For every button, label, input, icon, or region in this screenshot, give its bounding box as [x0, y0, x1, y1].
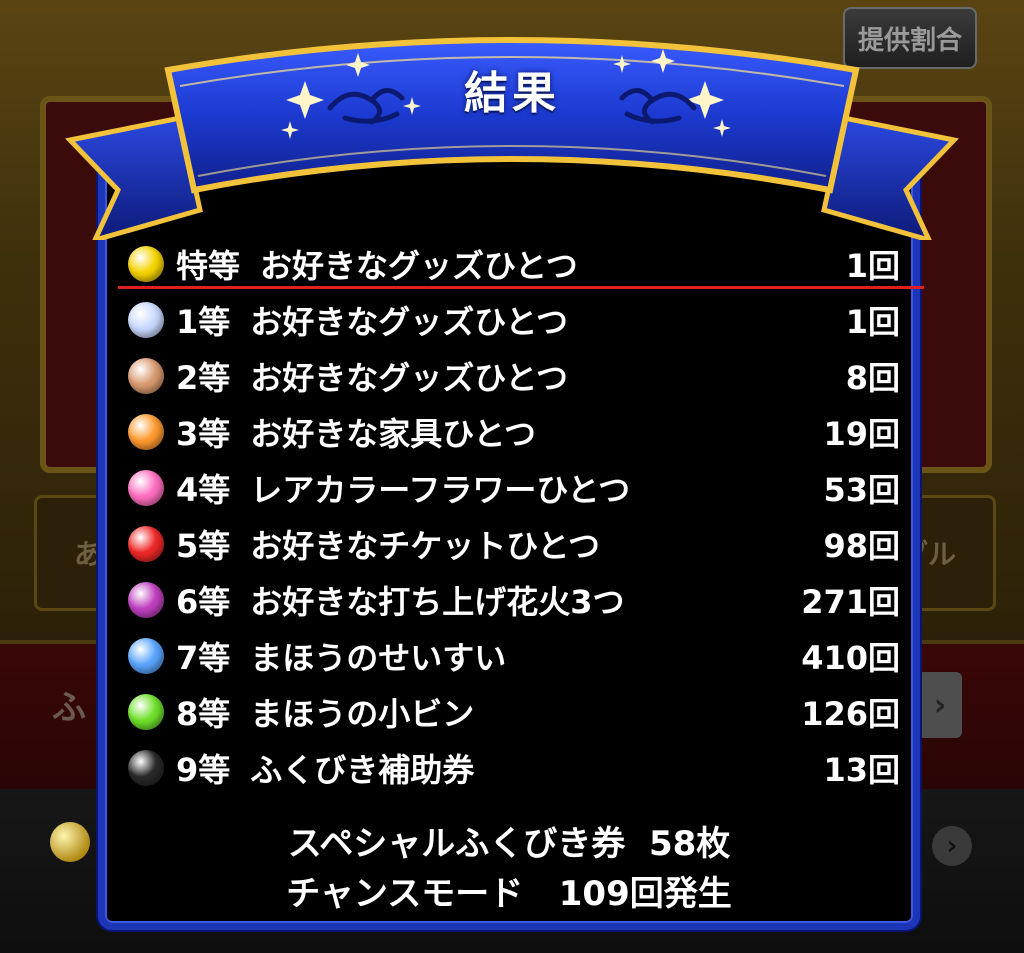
result-count: 271回 — [801, 583, 900, 621]
special-ticket-summary: スペシャルふくびき券 58枚 — [287, 824, 731, 864]
purple-orb-icon — [128, 582, 164, 618]
result-prize: お好きなグッズひとつ — [260, 247, 578, 285]
result-row: 8等 まほうの小ビン 126回 — [128, 688, 900, 736]
result-row: 5等 お好きなチケットひとつ 98回 — [128, 520, 900, 568]
result-prize: まほうのせいすい — [250, 639, 507, 677]
result-count: 1回 — [845, 303, 900, 341]
gold-orb-icon — [128, 246, 164, 282]
background-band-text: ふ — [52, 688, 86, 728]
black-orb-icon — [128, 750, 164, 786]
green-orb-icon — [128, 694, 164, 730]
result-row: 9等 ふくびき補助券 13回 — [128, 744, 900, 792]
result-prize: お好きなグッズひとつ — [250, 359, 569, 397]
result-row: 7等 まほうのせいすい 410回 — [128, 632, 900, 680]
result-rank: 9等 — [176, 751, 231, 789]
highlight-divider — [118, 286, 924, 289]
result-rank: 2等 — [176, 359, 231, 397]
result-count: 1回 — [845, 247, 900, 285]
silver-orb-icon — [128, 302, 164, 338]
result-count: 410回 — [801, 639, 900, 677]
result-prize: お好きな家具ひとつ — [250, 415, 537, 453]
result-row: 4等 レアカラーフラワーひとつ 53回 — [128, 464, 900, 512]
orange-orb-icon — [128, 414, 164, 450]
result-row: 特等 お好きなグッズひとつ 1回 — [128, 240, 900, 288]
result-rank: 5等 — [176, 527, 231, 565]
result-rank: 7等 — [176, 639, 231, 677]
pink-orb-icon — [128, 470, 164, 506]
red-orb-icon — [128, 526, 164, 562]
result-row: 1等 お好きなグッズひとつ 1回 — [128, 296, 900, 344]
dialog-title: 結果 — [464, 68, 560, 119]
result-row: 6等 お好きな打ち上げ花火3つ 271回 — [128, 576, 900, 624]
bronze-orb-icon — [128, 358, 164, 394]
result-prize: レアカラーフラワーひとつ — [250, 471, 631, 509]
result-prize: お好きなグッズひとつ — [250, 303, 569, 341]
chance-mode-summary: チャンスモード 109回発生 — [286, 874, 732, 914]
result-rank: 1等 — [176, 303, 231, 341]
result-row: 2等 お好きなグッズひとつ 8回 — [128, 352, 900, 400]
result-rank: 8等 — [176, 695, 231, 733]
coin-icon — [50, 822, 90, 862]
result-rank: 特等 — [176, 247, 241, 285]
result-count: 8回 — [845, 359, 900, 397]
next-arrow-button[interactable]: › — [918, 672, 962, 738]
result-prize: ふくびき補助券 — [250, 751, 475, 789]
result-rank: 6等 — [176, 583, 231, 621]
result-count: 98回 — [823, 527, 900, 565]
result-prize: お好きな打ち上げ花火3つ — [250, 583, 625, 621]
game-screen: 提供割合 あら ブル ふ › › — [0, 0, 1024, 953]
result-prize: まほうの小ビン — [250, 695, 475, 733]
result-rank: 3等 — [176, 415, 231, 453]
result-count: 19回 — [823, 415, 900, 453]
blue-orb-icon — [128, 638, 164, 674]
result-count: 126回 — [801, 695, 900, 733]
result-rank: 4等 — [176, 471, 231, 509]
result-count: 53回 — [823, 471, 900, 509]
result-prize: お好きなチケットひとつ — [250, 527, 601, 565]
chevron-right-icon[interactable]: › — [932, 826, 972, 866]
result-count: 13回 — [823, 751, 900, 789]
result-row: 3等 お好きな家具ひとつ 19回 — [128, 408, 900, 456]
